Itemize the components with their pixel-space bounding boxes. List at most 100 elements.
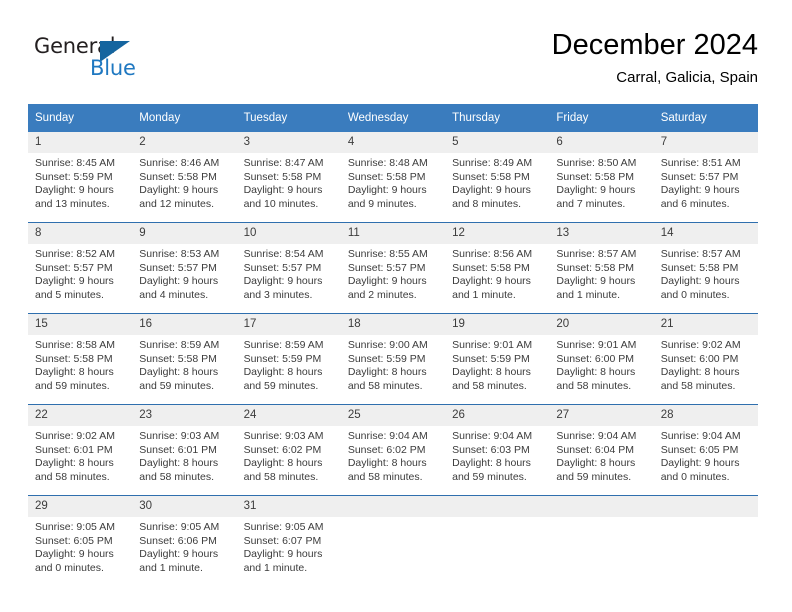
- calendar-day-cell[interactable]: 13 Sunrise: 8:57 AM Sunset: 5:58 PM Dayl…: [549, 222, 654, 314]
- title-block: December 2024 Carral, Galicia, Spain: [552, 28, 758, 88]
- sunrise-text: Sunrise: 8:59 AM: [139, 339, 220, 351]
- sunrise-text: Sunrise: 9:04 AM: [347, 430, 428, 442]
- daylight-text-line1: Daylight: 9 hours: [556, 184, 636, 197]
- daylight-text-line2: and 58 minutes.: [243, 470, 319, 483]
- daylight-text-line1: Daylight: 9 hours: [347, 184, 427, 197]
- daylight-text-line1: Daylight: 8 hours: [660, 366, 740, 379]
- calendar-day-cell[interactable]: 7 Sunrise: 8:51 AM Sunset: 5:57 PM Dayli…: [653, 132, 758, 223]
- calendar-day-cell[interactable]: 9 Sunrise: 8:53 AM Sunset: 5:57 PM Dayli…: [132, 222, 237, 314]
- calendar-day-cell[interactable]: 15 Sunrise: 8:58 AM Sunset: 5:58 PM Dayl…: [28, 313, 133, 405]
- calendar-day-cell[interactable]: 17 Sunrise: 8:59 AM Sunset: 5:59 PM Dayl…: [236, 313, 341, 405]
- calendar-day-cell[interactable]: 20 Sunrise: 9:01 AM Sunset: 6:00 PM Dayl…: [549, 313, 654, 405]
- sunset-text: Sunset: 5:59 PM: [243, 352, 322, 365]
- sunrise-text: Sunrise: 9:02 AM: [35, 430, 115, 442]
- daylight-text-line1: Daylight: 8 hours: [452, 457, 531, 470]
- weekday-header-tuesday: Tuesday: [236, 104, 341, 132]
- sunset-text: Sunset: 6:01 PM: [139, 443, 217, 456]
- day-details: Sunrise: 8:57 AM Sunset: 5:58 PM Dayligh…: [549, 244, 653, 302]
- sunset-text: Sunset: 5:57 PM: [347, 261, 426, 274]
- daylight-text-line1: Daylight: 8 hours: [35, 366, 114, 379]
- day-number: 18: [340, 314, 446, 335]
- calendar-day-cell[interactable]: 3 Sunrise: 8:47 AM Sunset: 5:58 PM Dayli…: [236, 132, 341, 223]
- daylight-text-line1: Daylight: 8 hours: [556, 366, 636, 379]
- calendar-page: General Blue December 2024 Carral, Galic…: [0, 0, 792, 612]
- weekday-header-wednesday: Wednesday: [340, 104, 446, 132]
- sunrise-text: Sunrise: 9:05 AM: [139, 521, 220, 533]
- calendar-day-cell[interactable]: 25 Sunrise: 9:04 AM Sunset: 6:02 PM Dayl…: [340, 404, 446, 496]
- day-number: 24: [236, 405, 341, 426]
- calendar-day-cell[interactable]: 14 Sunrise: 8:57 AM Sunset: 5:58 PM Dayl…: [653, 222, 758, 314]
- calendar-day-cell[interactable]: 16 Sunrise: 8:59 AM Sunset: 5:58 PM Dayl…: [132, 313, 237, 405]
- sunrise-text: Sunrise: 8:52 AM: [35, 248, 115, 260]
- sunset-text: Sunset: 6:02 PM: [243, 443, 322, 456]
- day-details: Sunrise: 8:46 AM Sunset: 5:58 PM Dayligh…: [132, 153, 236, 211]
- daylight-text-line2: and 0 minutes.: [35, 561, 104, 574]
- day-number: [445, 496, 550, 517]
- calendar-day-cell[interactable]: 26 Sunrise: 9:04 AM Sunset: 6:03 PM Dayl…: [445, 404, 550, 496]
- calendar-day-cell[interactable]: 27 Sunrise: 9:04 AM Sunset: 6:04 PM Dayl…: [549, 404, 654, 496]
- sunset-text: Sunset: 5:59 PM: [35, 170, 113, 183]
- day-number: 8: [28, 223, 133, 244]
- sunrise-text: Sunrise: 9:04 AM: [452, 430, 533, 442]
- day-details: Sunrise: 9:02 AM Sunset: 6:01 PM Dayligh…: [28, 426, 132, 484]
- day-details: Sunrise: 9:01 AM Sunset: 6:00 PM Dayligh…: [549, 335, 653, 393]
- calendar-day-cell[interactable]: 1 Sunrise: 8:45 AM Sunset: 5:59 PM Dayli…: [28, 132, 133, 223]
- sunset-text: Sunset: 5:58 PM: [139, 352, 217, 365]
- sunrise-text: Sunrise: 9:04 AM: [660, 430, 741, 442]
- page-subtitle: Carral, Galicia, Spain: [616, 69, 758, 86]
- sunset-text: Sunset: 6:03 PM: [452, 443, 530, 456]
- calendar-day-cell[interactable]: 4 Sunrise: 8:48 AM Sunset: 5:58 PM Dayli…: [340, 132, 446, 223]
- daylight-text-line2: and 59 minutes.: [452, 470, 527, 483]
- day-details: Sunrise: 9:04 AM Sunset: 6:05 PM Dayligh…: [654, 426, 758, 484]
- daylight-text-line1: Daylight: 9 hours: [452, 184, 531, 197]
- sunset-text: Sunset: 6:01 PM: [35, 443, 113, 456]
- calendar-day-cell[interactable]: 29 Sunrise: 9:05 AM Sunset: 6:05 PM Dayl…: [28, 495, 133, 586]
- daylight-text-line1: Daylight: 8 hours: [243, 457, 323, 470]
- calendar-day-cell[interactable]: 6 Sunrise: 8:50 AM Sunset: 5:58 PM Dayli…: [549, 132, 654, 223]
- calendar-day-cell[interactable]: 30 Sunrise: 9:05 AM Sunset: 6:06 PM Dayl…: [132, 495, 237, 586]
- sunset-text: Sunset: 5:58 PM: [660, 261, 739, 274]
- calendar-day-cell[interactable]: 2 Sunrise: 8:46 AM Sunset: 5:58 PM Dayli…: [132, 132, 237, 223]
- day-details: Sunrise: 8:47 AM Sunset: 5:58 PM Dayligh…: [237, 153, 341, 211]
- sunrise-text: Sunrise: 8:57 AM: [556, 248, 637, 260]
- calendar-week-row: 29 Sunrise: 9:05 AM Sunset: 6:05 PM Dayl…: [28, 495, 758, 586]
- daylight-text-line1: Daylight: 9 hours: [556, 275, 636, 288]
- sunrise-text: Sunrise: 8:51 AM: [660, 157, 741, 169]
- calendar-day-cell[interactable]: 5 Sunrise: 8:49 AM Sunset: 5:58 PM Dayli…: [445, 132, 550, 223]
- calendar-day-cell[interactable]: 10 Sunrise: 8:54 AM Sunset: 5:57 PM Dayl…: [236, 222, 341, 314]
- daylight-text-line2: and 4 minutes.: [139, 288, 209, 301]
- daylight-text-line2: and 6 minutes.: [660, 197, 730, 210]
- sunset-text: Sunset: 5:58 PM: [243, 170, 322, 183]
- calendar-day-cell[interactable]: 19 Sunrise: 9:01 AM Sunset: 5:59 PM Dayl…: [445, 313, 550, 405]
- general-blue-logo[interactable]: General Blue: [34, 34, 214, 90]
- calendar-day-cell[interactable]: 11 Sunrise: 8:55 AM Sunset: 5:57 PM Dayl…: [340, 222, 446, 314]
- calendar-day-cell[interactable]: 28 Sunrise: 9:04 AM Sunset: 6:05 PM Dayl…: [653, 404, 758, 496]
- day-details: Sunrise: 8:48 AM Sunset: 5:58 PM Dayligh…: [341, 153, 445, 211]
- daylight-text-line2: and 1 minute.: [139, 561, 203, 574]
- calendar-day-cell[interactable]: 21 Sunrise: 9:02 AM Sunset: 6:00 PM Dayl…: [653, 313, 758, 405]
- sunrise-text: Sunrise: 8:54 AM: [243, 248, 324, 260]
- calendar-day-cell[interactable]: 24 Sunrise: 9:03 AM Sunset: 6:02 PM Dayl…: [236, 404, 341, 496]
- day-details: Sunrise: 9:04 AM Sunset: 6:04 PM Dayligh…: [549, 426, 653, 484]
- day-details: Sunrise: 8:49 AM Sunset: 5:58 PM Dayligh…: [445, 153, 549, 211]
- calendar-day-cell[interactable]: 31 Sunrise: 9:05 AM Sunset: 6:07 PM Dayl…: [236, 495, 341, 586]
- daylight-text-line1: Daylight: 9 hours: [139, 275, 219, 288]
- page-header: General Blue December 2024 Carral, Galic…: [0, 0, 792, 96]
- sunset-text: Sunset: 6:02 PM: [347, 443, 426, 456]
- calendar-day-cell[interactable]: 12 Sunrise: 8:56 AM Sunset: 5:58 PM Dayl…: [445, 222, 550, 314]
- daylight-text-line1: Daylight: 8 hours: [243, 366, 323, 379]
- day-details: Sunrise: 8:45 AM Sunset: 5:59 PM Dayligh…: [28, 153, 132, 211]
- day-number: 19: [445, 314, 550, 335]
- daylight-text-line2: and 59 minutes.: [243, 379, 319, 392]
- calendar-day-cell[interactable]: 23 Sunrise: 9:03 AM Sunset: 6:01 PM Dayl…: [132, 404, 237, 496]
- sunrise-text: Sunrise: 8:56 AM: [452, 248, 533, 260]
- calendar-day-cell[interactable]: 22 Sunrise: 9:02 AM Sunset: 6:01 PM Dayl…: [28, 404, 133, 496]
- daylight-text-line1: Daylight: 9 hours: [139, 548, 219, 561]
- calendar-day-cell[interactable]: 8 Sunrise: 8:52 AM Sunset: 5:57 PM Dayli…: [28, 222, 133, 314]
- calendar-day-cell[interactable]: 18 Sunrise: 9:00 AM Sunset: 5:59 PM Dayl…: [340, 313, 446, 405]
- calendar-day-cell-empty: [340, 495, 446, 586]
- daylight-text-line2: and 0 minutes.: [660, 288, 730, 301]
- sunset-text: Sunset: 6:05 PM: [35, 534, 113, 547]
- daylight-text-line1: Daylight: 8 hours: [347, 457, 427, 470]
- daylight-text-line1: Daylight: 9 hours: [347, 275, 427, 288]
